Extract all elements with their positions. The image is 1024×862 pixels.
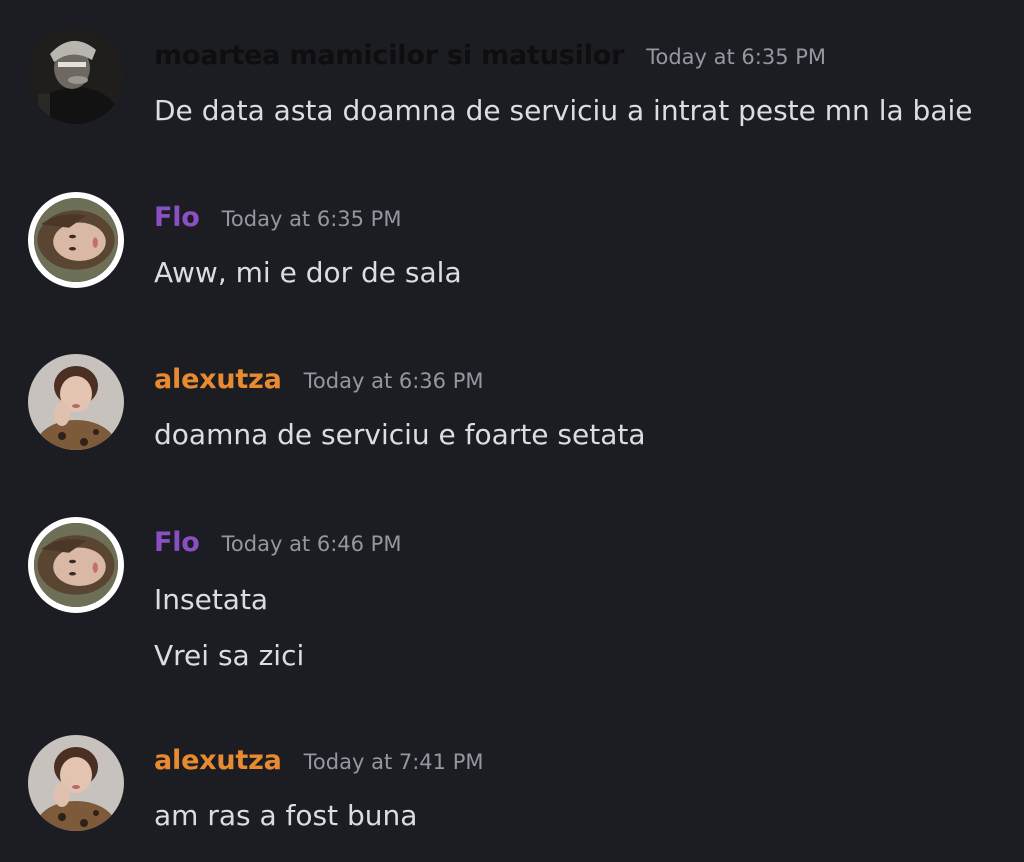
user-photo-icon (34, 198, 118, 282)
message-timestamp: Today at 7:41 PM (303, 750, 484, 774)
avatar-alexutza[interactable] (28, 354, 124, 450)
author-name[interactable]: alexutza (154, 364, 282, 395)
author-name[interactable]: alexutza (154, 745, 282, 776)
message-text: am ras a fost buna (154, 799, 418, 832)
avatar-flo[interactable] (28, 192, 124, 288)
avatar-flo[interactable] (28, 517, 124, 613)
author-name[interactable]: Flo (154, 527, 200, 558)
avatar-alexutza[interactable] (28, 735, 124, 831)
author-name[interactable]: Flo (154, 202, 200, 233)
message-text: Aww, mi e dor de sala (154, 256, 462, 289)
user-photo-icon (28, 354, 124, 450)
author-name[interactable]: moartea mamicilor si matusilor (154, 40, 624, 71)
chat-message-list: moartea mamicilor si matusilor Today at … (0, 0, 1024, 862)
user-photo-icon (28, 28, 124, 124)
message-text: De data asta doamna de serviciu a intrat… (154, 94, 973, 127)
user-photo-icon (34, 523, 118, 607)
message-timestamp: Today at 6:36 PM (303, 369, 484, 393)
message-timestamp: Today at 6:35 PM (221, 207, 402, 231)
avatar-moartea[interactable] (28, 28, 124, 124)
message-text: Vrei sa zici (154, 639, 305, 672)
message-timestamp: Today at 6:46 PM (221, 532, 402, 556)
message-text: doamna de serviciu e foarte setata (154, 418, 646, 451)
user-photo-icon (28, 735, 124, 831)
message-text: Insetata (154, 583, 269, 616)
message-timestamp: Today at 6:35 PM (646, 45, 827, 69)
